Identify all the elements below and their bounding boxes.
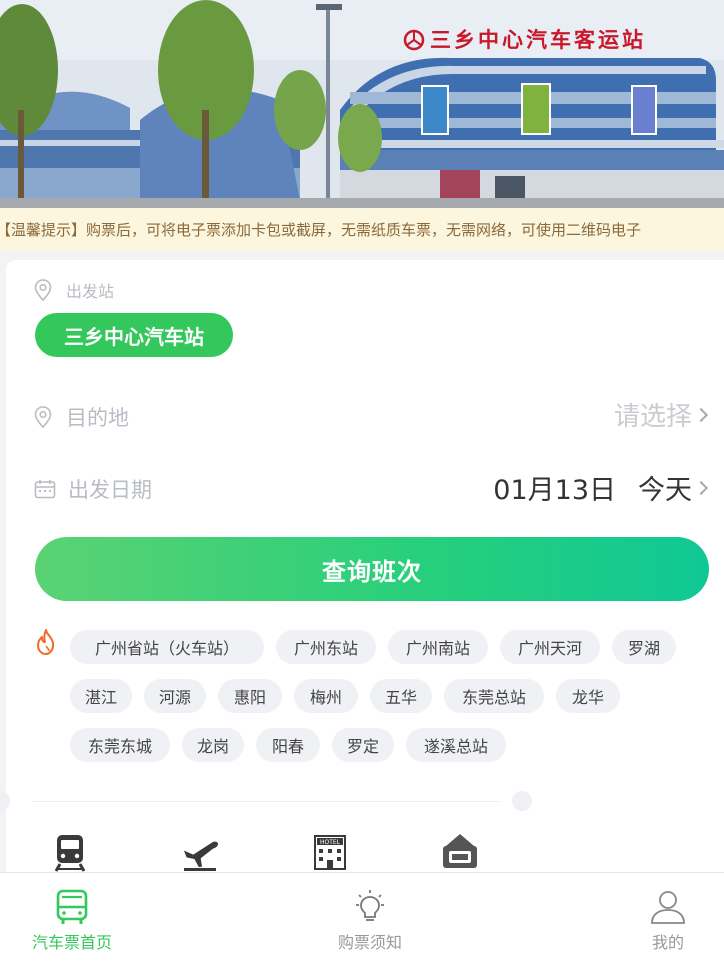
destination-tag[interactable]: 广州省站（火车站） (70, 630, 264, 664)
date-relative: 今天 (638, 475, 692, 506)
ticket-notch-right (512, 791, 532, 811)
tab-ticket-notice[interactable]: 购票须知 (290, 873, 450, 964)
hero-banner: 三乡中心汽车客运站 (0, 0, 724, 208)
station-sign: 三乡中心汽车客运站 (430, 27, 646, 52)
destination-tag[interactable]: 龙华 (556, 679, 620, 713)
destination-tag[interactable]: 罗定 (332, 728, 394, 762)
ticket-notch-left (0, 791, 10, 811)
chevron-right-icon (693, 407, 709, 422)
destination-tag[interactable]: 广州天河 (500, 630, 600, 664)
destination-tag[interactable]: 惠阳 (218, 679, 282, 713)
destination-tag[interactable]: 罗湖 (612, 630, 676, 664)
tab-label: 汽车票首页 (31, 933, 112, 952)
date-value: 01月13日 (493, 475, 616, 506)
calendar-icon (34, 480, 56, 499)
date-row[interactable]: 出发日期 (34, 474, 152, 504)
svg-text:HOTEL: HOTEL (320, 839, 341, 846)
destination-tag[interactable]: 龙岗 (182, 728, 244, 762)
tab-bus-home[interactable]: 汽车票首页 (0, 873, 152, 964)
destination-tag[interactable]: 湛江 (70, 679, 132, 713)
destination-tag[interactable]: 遂溪总站 (406, 728, 506, 762)
date-label: 出发日期 (68, 478, 152, 502)
airplane-icon[interactable] (180, 832, 220, 872)
destination-tag[interactable]: 五华 (370, 679, 432, 713)
lightbulb-icon (356, 890, 384, 921)
bottom-tab-bar: 汽车票首页 购票须知 我的 (0, 872, 724, 964)
destination-row[interactable]: 目的地 (34, 402, 129, 432)
fire-icon (37, 629, 55, 655)
date-select[interactable]: 01月13日 今天 (493, 468, 709, 507)
notice-text: 【温馨提示】购票后，可将电子票添加卡包或截屏，无需纸质车票，无需网络，可使用二维… (0, 220, 642, 239)
location-pin-icon (34, 279, 52, 301)
chevron-right-icon (693, 480, 709, 495)
ticket-icon[interactable] (440, 832, 480, 872)
hotel-icon[interactable]: HOTEL (310, 832, 350, 872)
tab-label: 购票须知 (337, 933, 402, 952)
search-button[interactable]: 查询班次 (35, 537, 709, 601)
user-icon (651, 891, 685, 924)
tab-label: 我的 (651, 933, 684, 952)
divider (32, 801, 500, 802)
destination-tag[interactable]: 广州东站 (276, 630, 376, 664)
origin-label: 出发站 (66, 282, 115, 301)
destination-label: 目的地 (66, 406, 129, 430)
bus-icon (56, 889, 88, 924)
origin-label-row: 出发站 (34, 278, 114, 302)
tab-profile[interactable]: 我的 (588, 873, 724, 964)
destination-tag[interactable]: 河源 (144, 679, 206, 713)
destination-select[interactable]: 请选择 (613, 396, 709, 433)
destination-placeholder: 请选择 (613, 402, 692, 432)
location-pin-icon (34, 406, 52, 428)
origin-station-button[interactable]: 三乡中心汽车站 (35, 313, 233, 357)
train-icon[interactable] (50, 832, 90, 872)
destination-tag[interactable]: 广州南站 (388, 630, 488, 664)
ticket-search-card: 出发站 三乡中心汽车站 目的地 请选择 出发日期 01月13日 今天 查询班次 … (0, 260, 724, 872)
destination-tag[interactable]: 东莞东城 (70, 728, 170, 762)
notice-marquee[interactable]: 【温馨提示】购票后，可将电子票添加卡包或截屏，无需纸质车票，无需网络，可使用二维… (0, 208, 724, 250)
destination-tag[interactable]: 梅州 (294, 679, 358, 713)
destination-tag[interactable]: 阳春 (256, 728, 320, 762)
destination-tag[interactable]: 东莞总站 (444, 679, 544, 713)
